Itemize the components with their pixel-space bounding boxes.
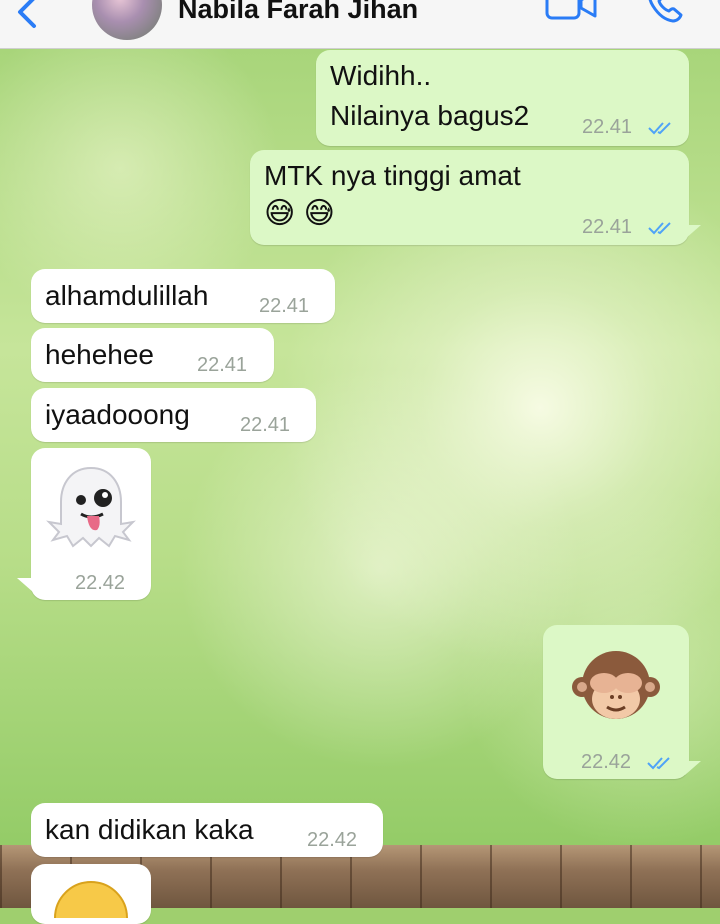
- incoming-message[interactable]: 22.42: [17, 448, 151, 600]
- see-no-evil-monkey-icon: [572, 651, 660, 719]
- incoming-message[interactable]: hehehee 22.41: [31, 328, 274, 382]
- read-ticks-icon: [648, 222, 671, 235]
- message-time: 22.41: [582, 116, 633, 138]
- message-time: 22.42: [307, 829, 358, 851]
- outgoing-message[interactable]: 22.42: [543, 625, 701, 779]
- video-call-icon[interactable]: [545, 0, 597, 22]
- outgoing-message[interactable]: MTK nya tinggi amat 😅 😅 22.41: [250, 150, 701, 245]
- message-text-line: MTK nya tinggi amat: [264, 160, 521, 191]
- incoming-message[interactable]: alhamdulillah 22.41: [31, 269, 335, 323]
- contact-avatar[interactable]: [92, 0, 162, 40]
- incoming-message-partial[interactable]: [31, 864, 151, 924]
- message-text: hehehee: [45, 339, 155, 370]
- message-emoji: 😅 😅: [264, 197, 335, 230]
- message-time: 22.41: [259, 295, 310, 317]
- bubble-tail: [17, 578, 33, 592]
- contact-name[interactable]: Nabila Farah Jihan: [178, 0, 418, 25]
- message-text: alhamdulillah: [45, 280, 209, 311]
- chat-header: Nabila Farah Jihan: [0, 0, 720, 49]
- outgoing-message[interactable]: Widihh.. Nilainya bagus2 22.41: [316, 50, 689, 146]
- message-time: 22.41: [582, 216, 633, 238]
- message-text: iyaadooong: [45, 399, 190, 430]
- message-time: 22.41: [197, 354, 248, 376]
- message-time: 22.42: [75, 572, 126, 594]
- bubble-tail: [685, 761, 701, 775]
- bubble-tail: [685, 225, 701, 239]
- emoji-face-partial-icon: [54, 881, 128, 918]
- incoming-message[interactable]: iyaadooong 22.41: [31, 388, 316, 442]
- message-time: 22.42: [581, 751, 632, 773]
- message-time: 22.41: [240, 414, 291, 436]
- read-ticks-icon: [648, 122, 671, 135]
- message-text: kan didikan kaka: [45, 814, 254, 845]
- message-text-line: Widihh..: [330, 60, 432, 91]
- phone-call-icon[interactable]: [645, 0, 685, 24]
- read-ticks-icon: [647, 757, 670, 770]
- message-text-line: Nilainya bagus2: [330, 100, 530, 131]
- back-chevron-icon[interactable]: [12, 0, 44, 34]
- incoming-message[interactable]: kan didikan kaka 22.42: [31, 803, 383, 857]
- chevron-left-icon: [18, 0, 36, 28]
- ghost-emoji-icon: [46, 466, 136, 548]
